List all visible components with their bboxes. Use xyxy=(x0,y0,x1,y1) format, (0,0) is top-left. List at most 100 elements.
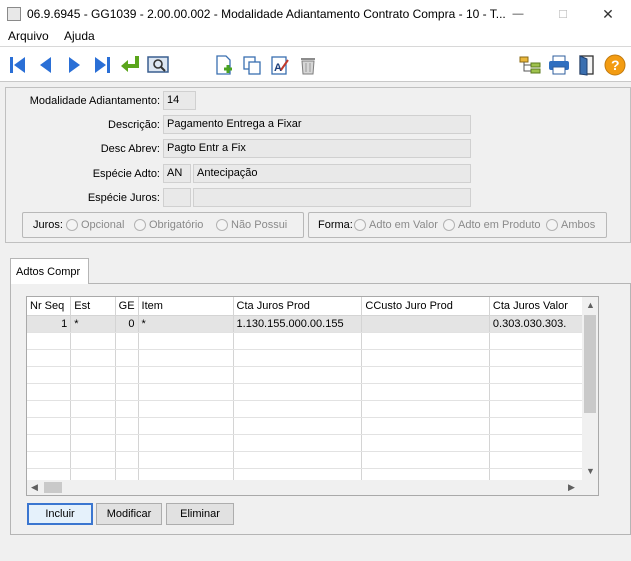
column-header-cta-juros-prod[interactable]: Cta Juros Prod xyxy=(233,297,363,316)
empty-cell xyxy=(361,417,490,435)
cell-ccusto-juro-prod xyxy=(361,315,490,333)
juros-group: Juros: Opcional Obrigatório Não Possui xyxy=(22,212,304,238)
radio-circle xyxy=(546,219,558,231)
empty-cell xyxy=(233,366,363,384)
horizontal-scroll-thumb[interactable] xyxy=(44,482,62,493)
empty-cell xyxy=(138,366,234,384)
table-row[interactable] xyxy=(27,451,598,469)
svg-text:?: ? xyxy=(611,57,620,73)
last-record-button[interactable] xyxy=(90,53,114,77)
empty-cell xyxy=(27,451,72,469)
help-icon: ? xyxy=(604,54,626,76)
eliminar-button[interactable]: Eliminar xyxy=(166,503,234,525)
delete-record-button[interactable] xyxy=(296,53,320,77)
menu-bar: Arquivo Ajuda xyxy=(0,28,631,46)
table-row[interactable] xyxy=(27,349,598,367)
juros-opcional-radio[interactable]: Opcional xyxy=(66,219,124,231)
close-button[interactable]: ✕ xyxy=(585,0,631,28)
help-button[interactable]: ? xyxy=(603,53,627,77)
descricao-field[interactable]: Pagamento Entrega a Fixar xyxy=(163,115,471,134)
forma-adto-produto-radio[interactable]: Adto em Produto xyxy=(443,219,541,231)
empty-cell xyxy=(70,383,116,401)
table-row[interactable] xyxy=(27,366,598,384)
horizontal-scrollbar[interactable]: ◀ ▶ xyxy=(27,480,582,495)
scroll-up-icon[interactable]: ▲ xyxy=(586,300,595,310)
vertical-scrollbar[interactable]: ▲ ▼ xyxy=(582,297,598,480)
return-icon xyxy=(121,56,139,72)
table-row[interactable] xyxy=(27,400,598,418)
table-row[interactable] xyxy=(27,434,598,452)
edit-record-button[interactable]: A xyxy=(268,53,292,77)
column-header-ccusto-juro-prod[interactable]: CCusto Juro Prod xyxy=(361,297,490,316)
especie-juros-code-field[interactable] xyxy=(163,188,191,207)
vertical-scroll-thumb[interactable] xyxy=(584,315,596,413)
minimize-icon: — xyxy=(512,8,524,20)
scroll-right-icon[interactable]: ▶ xyxy=(568,482,575,493)
empty-cell xyxy=(115,417,139,435)
forma-adto-valor-radio[interactable]: Adto em Valor xyxy=(354,219,438,231)
empty-cell xyxy=(115,400,139,418)
column-header-item[interactable]: Item xyxy=(138,297,234,316)
exit-button[interactable] xyxy=(575,53,599,77)
empty-cell xyxy=(138,332,234,350)
empty-cell xyxy=(361,332,490,350)
table-row[interactable] xyxy=(27,383,598,401)
empty-cell xyxy=(27,383,72,401)
menu-ajuda[interactable]: Ajuda xyxy=(64,29,95,43)
column-header-ge[interactable]: GE xyxy=(115,297,139,316)
first-record-button[interactable] xyxy=(6,53,30,77)
cell-ge: 0 xyxy=(115,315,139,333)
adtos-grid[interactable]: Nr Seq Est GE Item Cta Juros Prod CCusto… xyxy=(26,296,599,496)
title-bar: 06.9.6945 - GG1039 - 2.00.00.002 - Modal… xyxy=(0,0,631,28)
empty-cell xyxy=(27,400,72,418)
tab-adtos-compr[interactable]: Adtos Compr xyxy=(10,258,89,284)
svg-text:A: A xyxy=(274,62,282,74)
maximize-icon: ☐ xyxy=(558,8,568,21)
print-button[interactable] xyxy=(547,53,571,77)
column-header-est[interactable]: Est xyxy=(70,297,116,316)
empty-cell xyxy=(115,332,139,350)
empty-cell xyxy=(115,366,139,384)
especie-adto-code-field[interactable]: AN xyxy=(163,164,191,183)
empty-cell xyxy=(361,383,490,401)
copy-record-button[interactable] xyxy=(240,53,264,77)
incluir-button[interactable]: Incluir xyxy=(27,503,93,525)
previous-record-button[interactable] xyxy=(34,53,58,77)
cell-cta-juros-prod: 1.130.155.000.00.155 xyxy=(233,315,363,333)
trash-icon xyxy=(301,58,315,75)
maximize-button[interactable]: ☐ xyxy=(540,0,586,28)
empty-cell xyxy=(27,417,72,435)
juros-label: Juros: xyxy=(33,219,63,231)
desc-abrev-field[interactable]: Pagto Entr a Fix xyxy=(163,139,471,158)
empty-cell xyxy=(233,332,363,350)
empty-cell xyxy=(233,400,363,418)
empty-cell xyxy=(70,434,116,452)
scroll-left-icon[interactable]: ◀ xyxy=(31,482,38,493)
radio-label: Não Possui xyxy=(231,219,288,231)
modificar-button[interactable]: Modificar xyxy=(96,503,162,525)
grid-table: Nr Seq Est GE Item Cta Juros Prod CCusto… xyxy=(27,297,598,486)
especie-juros-description xyxy=(193,188,471,207)
forma-label: Forma: xyxy=(318,219,353,231)
modalidade-field[interactable]: 14 xyxy=(163,91,196,110)
table-row[interactable] xyxy=(27,332,598,350)
radio-label: Ambos xyxy=(561,219,596,231)
empty-cell xyxy=(70,451,116,469)
search-screen-button[interactable] xyxy=(146,53,170,77)
scroll-down-icon[interactable]: ▼ xyxy=(586,466,595,476)
juros-nao-possui-radio[interactable]: Não Possui xyxy=(216,219,287,231)
empty-cell xyxy=(138,451,234,469)
structure-button[interactable] xyxy=(518,53,542,77)
menu-arquivo[interactable]: Arquivo xyxy=(8,29,49,43)
next-record-button[interactable] xyxy=(62,53,86,77)
table-row[interactable] xyxy=(27,417,598,435)
column-header-nr-seq[interactable]: Nr Seq xyxy=(27,297,72,316)
minimize-button[interactable]: — xyxy=(495,0,541,28)
new-document-icon xyxy=(216,55,232,75)
juros-obrigatorio-radio[interactable]: Obrigatório xyxy=(134,219,203,231)
new-record-button[interactable] xyxy=(212,53,236,77)
empty-cell xyxy=(361,366,490,384)
return-button[interactable] xyxy=(118,53,142,77)
table-row[interactable]: 1 * 0 * 1.130.155.000.00.155 0.303.030.3… xyxy=(27,315,598,333)
forma-ambos-radio[interactable]: Ambos xyxy=(546,219,595,231)
